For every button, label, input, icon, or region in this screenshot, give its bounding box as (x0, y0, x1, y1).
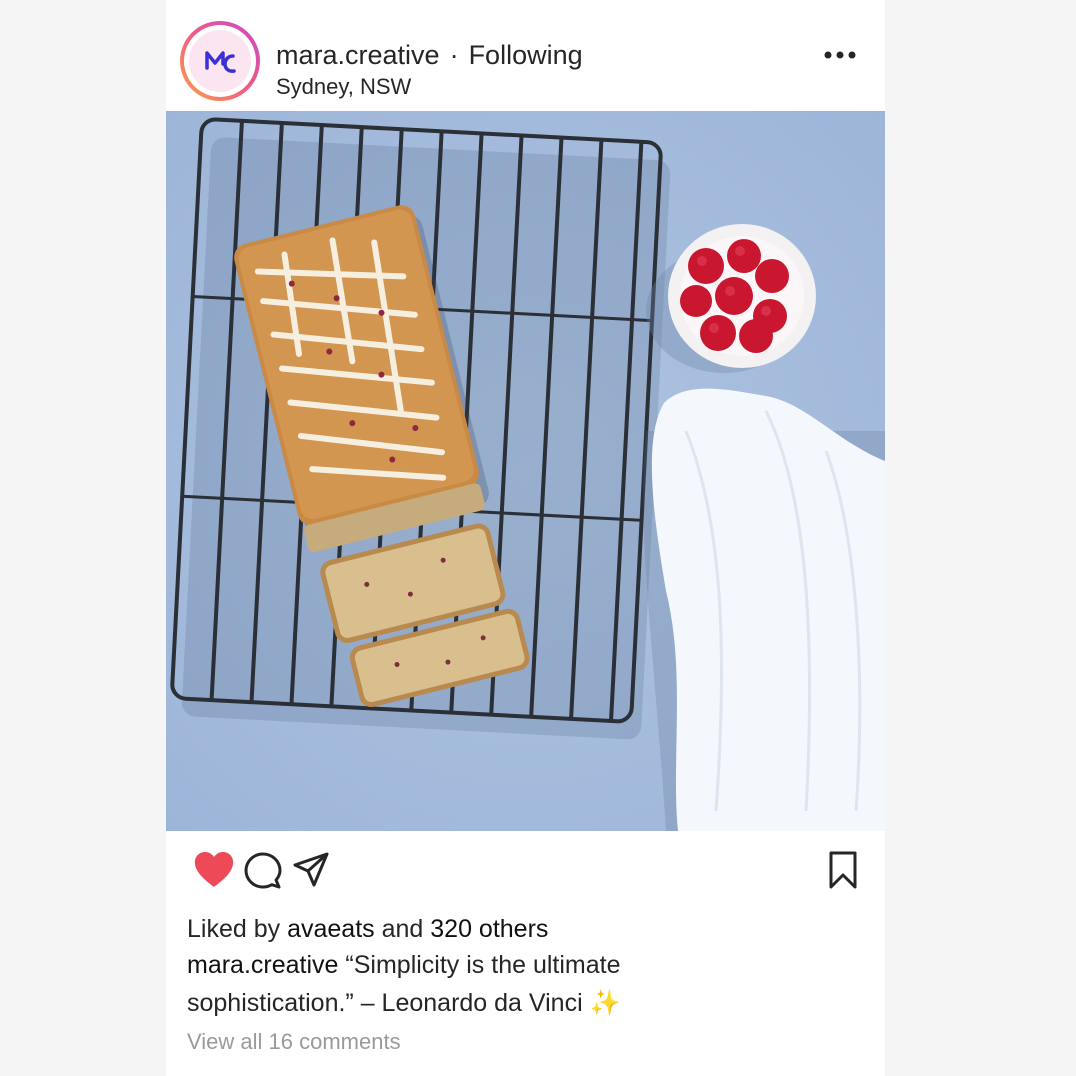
avatar-logo (189, 30, 251, 92)
others-likes-link[interactable]: 320 others (430, 915, 548, 943)
likes-prefix: Liked by (187, 915, 281, 943)
comment-icon[interactable] (243, 851, 283, 891)
heart-icon[interactable] (193, 851, 235, 889)
post-card: mara.creative · Following Sydney, NSW Li… (166, 0, 885, 1076)
avatar[interactable] (180, 21, 260, 101)
separator-dot: · (449, 40, 459, 70)
first-liker-link[interactable]: avaeats (287, 915, 375, 943)
username-line: mara.creative · Following (276, 38, 583, 72)
caption-author-link[interactable]: mara.creative (187, 951, 338, 979)
likes-line: Liked by avaeats and 320 others (187, 913, 548, 945)
post-photo[interactable] (166, 111, 885, 831)
post-header: mara.creative · Following Sydney, NSW (166, 0, 885, 111)
location-link[interactable]: Sydney, NSW (276, 74, 411, 100)
username-link[interactable]: mara.creative (276, 40, 440, 70)
following-button[interactable]: Following (469, 40, 583, 70)
likes-connector: and (381, 915, 424, 943)
send-icon[interactable] (292, 851, 330, 889)
more-options-icon[interactable] (822, 42, 858, 68)
view-comments-link[interactable]: View all 16 comments (187, 1027, 401, 1057)
bookmark-icon[interactable] (828, 851, 858, 889)
sparkle-emoji: ✨ (589, 989, 621, 1017)
caption: mara.creative “Simplicity is the ultimat… (187, 946, 787, 1022)
action-bar (166, 831, 885, 911)
